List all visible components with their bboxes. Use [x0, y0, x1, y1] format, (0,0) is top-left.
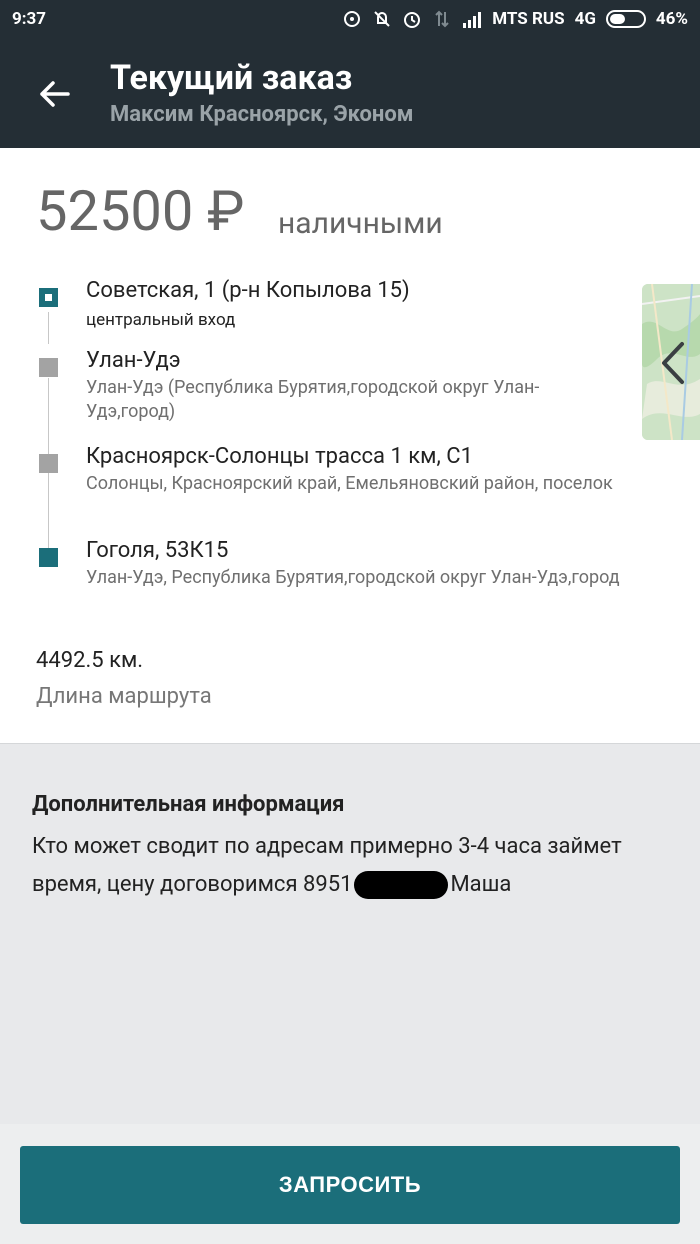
- additional-info-title: Дополнительная информация: [32, 792, 345, 817]
- stop-description: Улан-Удэ, Республика Бурятия,городской о…: [86, 567, 620, 588]
- data-transfer-icon: [432, 9, 452, 29]
- additional-info-text: Кто может сводит по адресам примерно 3-4…: [32, 828, 672, 904]
- request-button[interactable]: ЗАПРОСИТЬ: [20, 1146, 680, 1224]
- route-connector: [48, 472, 49, 548]
- mute-icon: [372, 9, 392, 29]
- alarm-icon: [402, 9, 422, 29]
- route-distance-label: Длина маршрута: [36, 684, 212, 709]
- payment-method: наличными: [278, 206, 443, 241]
- route-connector: [48, 378, 49, 460]
- route-distance: 4492.5 км.: [36, 648, 144, 673]
- waypoint-marker-icon: [39, 454, 58, 473]
- additional-info-text-part: Маша: [450, 872, 512, 897]
- battery-icon: [605, 10, 646, 28]
- route-connector: [48, 312, 49, 344]
- battery-percent: 46%: [655, 9, 688, 29]
- stop-name: Красноярск-Солонцы трасса 1 км, С1: [86, 444, 473, 469]
- carrier-label: MTS RUS: [492, 9, 565, 29]
- network-type: 4G: [574, 9, 596, 29]
- additional-info-text-part: Кто может сводит по адресам примерно 3-4…: [32, 834, 622, 897]
- signal-icon: [462, 9, 482, 29]
- bottom-action-bar: ЗАПРОСИТЬ: [0, 1124, 700, 1244]
- battery-fill: [609, 14, 625, 24]
- stop-name: Улан-Удэ: [86, 348, 181, 373]
- stop-description: Улан-Удэ (Республика Бурятия,городской о…: [86, 377, 540, 422]
- page-title: Текущий заказ: [110, 58, 353, 98]
- arrow-back-icon: [40, 81, 70, 107]
- stop-description: центральный вход: [86, 310, 236, 330]
- status-bar: 9:37 MTS RUS 4G 46%: [0, 0, 700, 40]
- map-preview-button[interactable]: [642, 284, 700, 440]
- chevron-left-icon: [662, 342, 684, 384]
- order-details: 52500 ₽ наличными Советская, 1 (р-н Копы…: [0, 148, 700, 744]
- stop-name: Советская, 1 (р-н Копылова 15): [86, 278, 410, 303]
- back-button[interactable]: [28, 68, 80, 120]
- additional-info-section: Дополнительная информация Кто может свод…: [0, 744, 700, 1124]
- redacted-phone-mark: [354, 871, 449, 900]
- stop-description: Солонцы, Красноярский край, Емельяновски…: [86, 473, 613, 494]
- stop-name: Гоголя, 53К15: [86, 538, 229, 563]
- page-subtitle: Максим Красноярск, Эконом: [110, 102, 414, 127]
- hotspot-icon: [342, 9, 362, 29]
- start-marker-icon: [39, 288, 58, 307]
- status-time: 9:37: [12, 9, 47, 29]
- status-icons: MTS RUS 4G 46%: [342, 9, 688, 29]
- waypoint-marker-icon: [39, 358, 58, 377]
- end-marker-icon: [39, 548, 58, 567]
- order-price: 52500 ₽: [36, 178, 245, 244]
- app-bar: Текущий заказ Максим Красноярск, Эконом: [0, 40, 700, 148]
